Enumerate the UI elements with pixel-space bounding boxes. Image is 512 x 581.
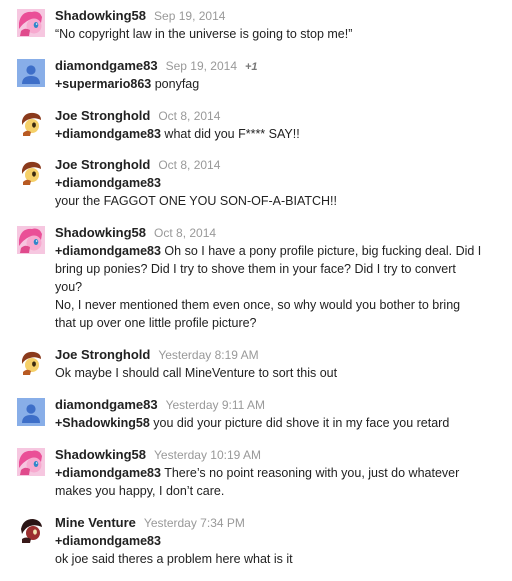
comment-text: +diamondgame83 Oh so I have a pony profi… (55, 244, 482, 258)
comment-author[interactable]: Shadowking58 (55, 225, 146, 240)
comment-date[interactable]: Oct 8, 2014 (154, 226, 216, 240)
comment-author[interactable]: Joe Stronghold (55, 108, 150, 123)
comment-text: No, I never mentioned them even once, so… (55, 298, 461, 312)
comment-date[interactable]: Sep 19, 2014 (166, 59, 237, 73)
pink-pony-avatar[interactable] (17, 9, 45, 37)
comment-thread: Shadowking58 Sep 19, 2014 “No copyright l… (0, 0, 512, 581)
comment-author[interactable]: diamondgame83 (55, 58, 158, 73)
comment-author[interactable]: Shadowking58 (55, 8, 146, 23)
default-person-avatar[interactable] (17, 398, 45, 426)
comment-date[interactable]: Oct 8, 2014 (158, 109, 220, 123)
comment-text: +supermario863 ponyfag (55, 77, 200, 91)
comment-text: +diamondgame83 There’s no point reasonin… (55, 466, 460, 480)
default-person-avatar[interactable] (17, 59, 45, 87)
comment-date[interactable]: Yesterday 9:11 AM (166, 398, 265, 412)
comment-author[interactable]: Shadowking58 (55, 447, 146, 462)
mention-link[interactable]: +Shadowking58 (55, 416, 150, 430)
yellow-pony-avatar[interactable] (17, 348, 45, 376)
comment-text: you? (55, 280, 83, 294)
comment-text: +diamondgame83 what did you F**** SAY!! (55, 127, 300, 141)
mention-link[interactable]: +diamondgame83 (55, 466, 161, 480)
plus-one-count: +1 (245, 61, 258, 73)
comment-text: “No copyright law in the universe is goi… (55, 27, 353, 41)
mention-link[interactable]: +diamondgame83 (55, 127, 161, 141)
mention-link[interactable]: +supermario863 (55, 77, 151, 91)
comment-date[interactable]: Sep 19, 2014 (154, 9, 225, 23)
comment-text: +diamondgame83 (55, 532, 504, 550)
comment-text: ok joe said theres a problem here what i… (55, 552, 293, 566)
dark-pony-avatar[interactable] (17, 516, 45, 544)
mention-link[interactable]: +diamondgame83 (55, 244, 161, 258)
yellow-pony-avatar[interactable] (17, 158, 45, 186)
comment-date[interactable]: Yesterday 10:19 AM (154, 448, 261, 462)
mention-link[interactable]: +diamondgame83 (55, 176, 161, 190)
comment-text: that up over one little profile picture? (55, 316, 257, 330)
pink-pony-avatar[interactable] (17, 226, 45, 254)
comment-date[interactable]: Yesterday 8:19 AM (158, 348, 258, 362)
pink-pony-avatar[interactable] (17, 448, 45, 476)
mention-link[interactable]: +diamondgame83 (55, 534, 161, 548)
comment-text: makes you happy, I don’t care. (55, 484, 225, 498)
comment-author[interactable]: Mine Venture (55, 515, 136, 530)
comment-text: +diamondgame83 (55, 174, 504, 192)
comment-date[interactable]: Yesterday 7:34 PM (144, 516, 245, 530)
yellow-pony-avatar[interactable] (17, 109, 45, 137)
comment-text: your the FAGGOT ONE YOU SON-OF-A-BIATCH!… (55, 194, 337, 208)
comment-text: Ok maybe I should call MineVenture to so… (55, 366, 338, 380)
comment-date[interactable]: Oct 8, 2014 (158, 158, 220, 172)
comment-author[interactable]: Joe Stronghold (55, 347, 150, 362)
comment-author[interactable]: Joe Stronghold (55, 157, 150, 172)
comment-author[interactable]: diamondgame83 (55, 397, 158, 412)
comment-text: +Shadowking58 you did your picture did s… (55, 416, 450, 430)
comment-text: bring up ponies? Did I try to shove them… (55, 262, 456, 276)
